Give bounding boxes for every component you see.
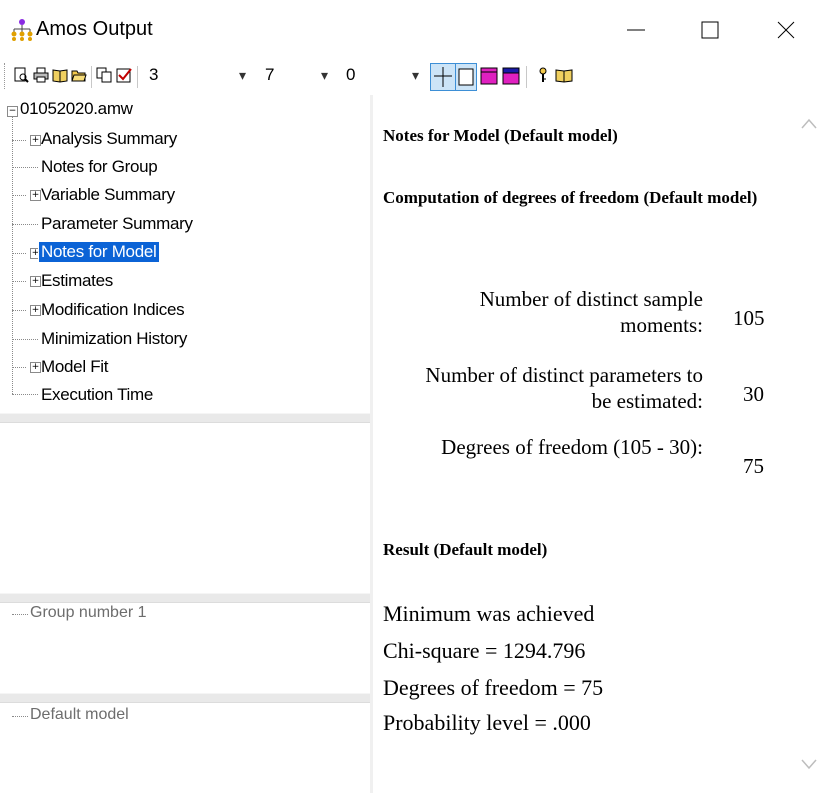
window-title: Amos Output	[36, 18, 153, 40]
key-icon[interactable]	[535, 67, 551, 83]
table-rows-combo[interactable]: 0 ▾	[346, 64, 426, 88]
result-line: Degrees of freedom = 75	[383, 675, 604, 700]
amos-app-icon	[10, 18, 34, 42]
decimals-value: 3	[149, 65, 159, 84]
tree-item-analysis-summary[interactable]: Analysis Summary	[41, 129, 177, 149]
chevron-down-icon[interactable]: ▾	[412, 67, 419, 84]
table-width-combo[interactable]: 7 ▾	[265, 64, 335, 88]
table-grid-icon[interactable]	[430, 63, 456, 91]
scroll-up-icon[interactable]	[800, 115, 818, 133]
minimize-icon	[627, 29, 645, 31]
result-line: Minimum was achieved	[383, 601, 595, 626]
chevron-down-icon[interactable]: ▾	[239, 67, 246, 84]
minimize-button[interactable]	[616, 10, 656, 50]
checkbox-icon[interactable]	[116, 67, 132, 83]
table-rows-value: 0	[346, 65, 356, 84]
output-content: Notes for Model (Default model) Computat…	[373, 95, 800, 793]
tree-item-variable-summary[interactable]: Variable Summary	[41, 185, 175, 205]
tree-connector	[12, 117, 13, 394]
magenta-table-icon[interactable]	[480, 67, 498, 85]
open-folder-icon[interactable]	[71, 67, 87, 83]
dof-value: 30	[743, 382, 764, 406]
dof-value: 105	[733, 306, 765, 330]
pane-splitter[interactable]	[0, 693, 370, 703]
heading-computation-dof: Computation of degrees of freedom (Defau…	[383, 188, 758, 207]
tree-item-execution-time[interactable]: Execution Time	[41, 385, 153, 405]
tree-item-modification-indices[interactable]: Modification Indices	[41, 300, 185, 320]
tree-item-notes-for-group[interactable]: Notes for Group	[41, 157, 158, 177]
maximize-button[interactable]	[690, 10, 730, 50]
expand-icon[interactable]: +	[30, 276, 41, 287]
toolbar-separator	[526, 66, 527, 88]
vertical-scrollbar[interactable]	[800, 95, 818, 793]
toolbar-grip[interactable]	[4, 63, 8, 89]
toolbar: 3 ▾ 7 ▾ 0 ▾	[0, 60, 818, 94]
chevron-down-icon[interactable]: ▾	[321, 67, 328, 84]
tree-item-notes-for-model[interactable]: Notes for Model	[38, 241, 160, 263]
heading-notes-for-model: Notes for Model (Default model)	[383, 126, 618, 145]
book-icon[interactable]	[52, 67, 68, 83]
model-item[interactable]: Default model	[30, 706, 129, 724]
toolbar-separator	[137, 66, 138, 88]
table-width-value: 7	[265, 65, 275, 84]
groups-panel: Group number 1	[0, 603, 370, 693]
decimals-combo[interactable]: 3 ▾	[149, 64, 249, 88]
result-line: Probability level = .000	[383, 710, 591, 735]
tree-item-minimization-history[interactable]: Minimization History	[41, 329, 187, 349]
scroll-down-icon[interactable]	[800, 755, 818, 773]
output-tree: − 01052020.amw + Analysis Summary Notes …	[0, 95, 370, 413]
close-button[interactable]	[766, 10, 806, 50]
pane-splitter[interactable]	[0, 593, 370, 603]
pane-splitter[interactable]	[0, 413, 370, 423]
tree-item-estimates[interactable]: Estimates	[41, 271, 113, 291]
maximize-icon	[701, 21, 719, 39]
toolbar-separator	[91, 66, 92, 88]
help-book-icon[interactable]	[555, 67, 573, 83]
print-preview-icon[interactable]	[13, 67, 29, 83]
dof-label: Degrees of freedom (105 - 30):	[441, 435, 703, 459]
print-icon[interactable]	[33, 67, 49, 83]
tree-item-parameter-summary[interactable]: Parameter Summary	[41, 214, 193, 234]
dof-value: 75	[743, 454, 764, 478]
upper-blank-panel	[0, 423, 370, 593]
group-item[interactable]: Group number 1	[30, 604, 147, 622]
copy-icon[interactable]	[96, 67, 112, 83]
close-icon	[777, 21, 795, 39]
heading-result: Result (Default model)	[383, 540, 548, 559]
collapse-icon[interactable]: −	[7, 106, 18, 117]
expand-icon[interactable]: +	[30, 135, 41, 146]
dof-label: Number of distinct parameters to be esti…	[425, 363, 703, 413]
title-bar: Amos Output	[0, 0, 818, 58]
result-line: Chi-square = 1294.796	[383, 638, 586, 663]
expand-icon[interactable]: +	[30, 362, 41, 373]
dof-label: Number of distinct sample moments:	[479, 287, 703, 337]
expand-icon[interactable]: +	[30, 305, 41, 316]
tree-root[interactable]: 01052020.amw	[20, 99, 133, 119]
table-outline-icon[interactable]	[455, 63, 477, 91]
expand-icon[interactable]: +	[30, 190, 41, 201]
tree-item-model-fit[interactable]: Model Fit	[41, 357, 109, 377]
purple-table-icon[interactable]	[502, 67, 520, 85]
models-panel: Default model	[0, 703, 370, 793]
